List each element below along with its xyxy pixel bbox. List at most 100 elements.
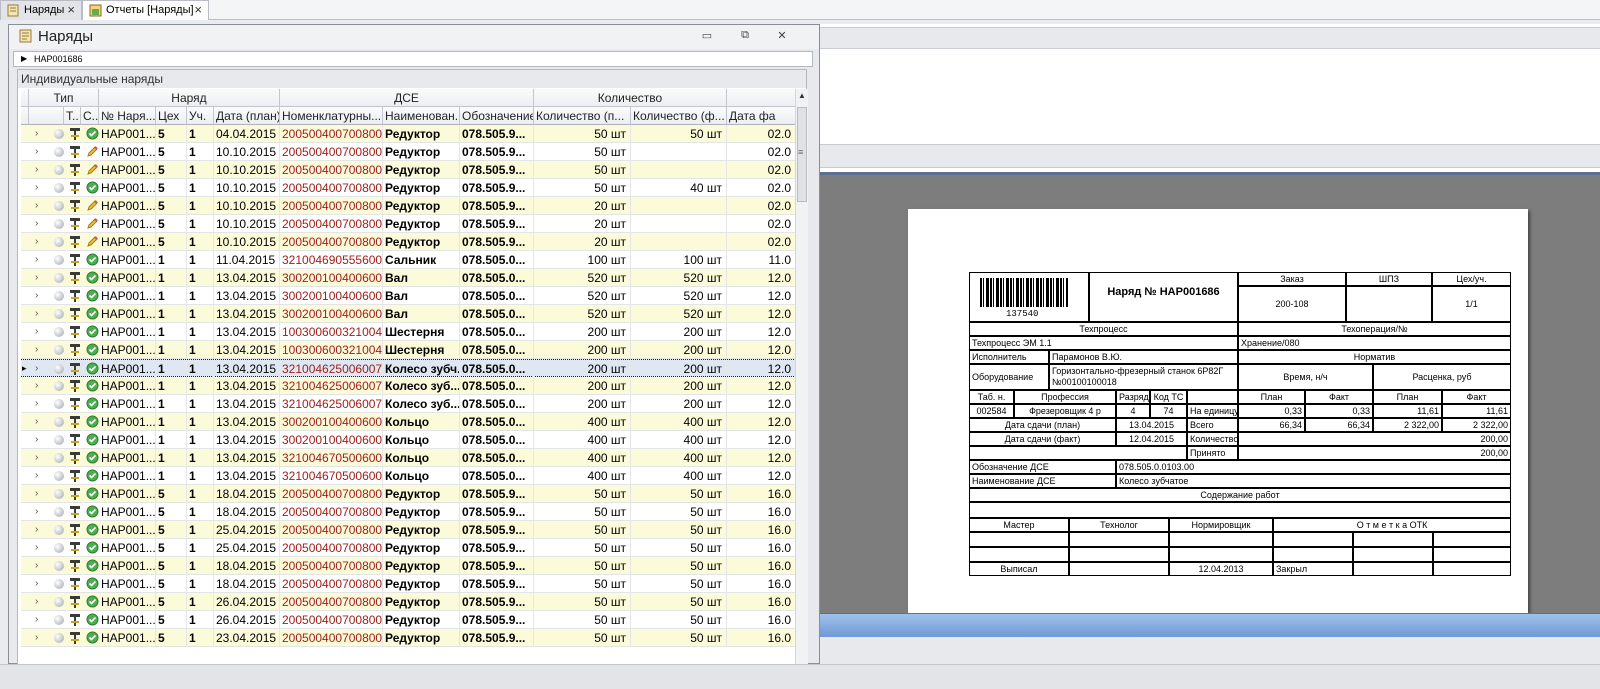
name-cell[interactable]: Редуктор [383, 485, 460, 503]
section-cell[interactable]: 1 [187, 143, 214, 161]
qty-fact-cell[interactable]: 50 шт [631, 575, 727, 593]
order-number-cell[interactable]: НАР001... [99, 467, 156, 485]
nomenclature-cell[interactable]: 300200100400600... [280, 431, 383, 449]
name-cell[interactable]: Редуктор [383, 557, 460, 575]
date-fact-cell[interactable]: 02.0 [727, 179, 796, 197]
expand-row-icon[interactable]: › [35, 596, 38, 607]
name-cell[interactable]: Редуктор [383, 593, 460, 611]
expand-row-icon[interactable]: › [35, 200, 38, 211]
nomenclature-cell[interactable]: 321004625006007... [280, 395, 383, 413]
order-number-cell[interactable]: НАР001... [99, 215, 156, 233]
shop-cell[interactable]: 1 [156, 341, 187, 359]
expand-row-icon[interactable]: › [35, 344, 38, 355]
order-number-cell[interactable]: НАР001... [99, 503, 156, 521]
nomenclature-cell[interactable]: 200500400700800... [280, 503, 383, 521]
section-cell[interactable]: 1 [187, 360, 214, 378]
name-cell[interactable]: Колесо зуб... [383, 377, 460, 395]
qty-fact-cell[interactable] [631, 233, 727, 251]
shop-cell[interactable]: 1 [156, 323, 187, 341]
date-fact-cell[interactable]: 02.0 [727, 197, 796, 215]
date-plan-cell[interactable]: 13.04.2015 [214, 360, 280, 378]
table-row[interactable]: › НАР001... 5 1 10.10.2015 200500400700800...… [21, 143, 796, 161]
section-cell[interactable]: 1 [187, 161, 214, 179]
qty-plan-cell[interactable]: 200 шт [534, 323, 631, 341]
expand-row-icon[interactable]: › [35, 542, 38, 553]
date-fact-cell[interactable]: 02.0 [727, 143, 796, 161]
column-qty-fact[interactable]: Количество (ф... [631, 107, 727, 125]
qty-plan-cell[interactable]: 50 шт [534, 161, 631, 179]
expand-row-icon[interactable]: › [35, 308, 38, 319]
expand-row-icon[interactable]: › [35, 524, 38, 535]
designation-cell[interactable]: 078.505.9... [460, 521, 534, 539]
qty-plan-cell[interactable]: 520 шт [534, 305, 631, 323]
column-shop[interactable]: Цех [156, 107, 187, 125]
order-number-cell[interactable]: НАР001... [99, 521, 156, 539]
designation-cell[interactable]: 078.505.9... [460, 557, 534, 575]
date-fact-cell[interactable]: 12.0 [727, 323, 796, 341]
window-titlebar[interactable]: Наряды ▭ ⧉ ✕ [9, 25, 819, 49]
date-plan-cell[interactable]: 13.04.2015 [214, 287, 280, 305]
shop-cell[interactable]: 1 [156, 449, 187, 467]
date-fact-cell[interactable]: 02.0 [727, 125, 796, 143]
table-row[interactable]: › НАР001... 5 1 23.04.2015 200500400700800...… [21, 629, 796, 647]
qty-fact-cell[interactable]: 50 шт [631, 485, 727, 503]
order-number-cell[interactable]: НАР001... [99, 539, 156, 557]
name-cell[interactable]: Редуктор [383, 125, 460, 143]
designation-cell[interactable]: 078.505.9... [460, 179, 534, 197]
name-cell[interactable]: Редуктор [383, 503, 460, 521]
section-cell[interactable]: 1 [187, 377, 214, 395]
expand-row-icon[interactable]: › [35, 182, 38, 193]
date-fact-cell[interactable]: 16.0 [727, 575, 796, 593]
table-row[interactable]: › НАР001... 1 1 13.04.2015 300200100400600...… [21, 305, 796, 323]
nomenclature-cell[interactable]: 300200100400600... [280, 413, 383, 431]
qty-fact-cell[interactable]: 520 шт [631, 287, 727, 305]
expand-row-icon[interactable]: › [35, 632, 38, 643]
section-cell[interactable]: 1 [187, 521, 214, 539]
table-row[interactable]: › НАР001... 1 1 13.04.2015 321004670500600...… [21, 467, 796, 485]
designation-cell[interactable]: 078.505.0... [460, 377, 534, 395]
name-cell[interactable]: Вал [383, 287, 460, 305]
designation-cell[interactable]: 078.505.9... [460, 485, 534, 503]
name-cell[interactable]: Вал [383, 305, 460, 323]
designation-cell[interactable]: 078.505.9... [460, 143, 534, 161]
nomenclature-cell[interactable]: 300200100400600... [280, 305, 383, 323]
designation-cell[interactable]: 078.505.0... [460, 287, 534, 305]
table-row[interactable]: › НАР001... 5 1 18.04.2015 200500400700800...… [21, 575, 796, 593]
table-row[interactable]: › НАР001... 5 1 18.04.2015 200500400700800...… [21, 503, 796, 521]
qty-plan-cell[interactable]: 50 шт [534, 125, 631, 143]
band-quantity[interactable]: Количество [534, 89, 727, 107]
shop-cell[interactable]: 1 [156, 467, 187, 485]
shop-cell[interactable]: 5 [156, 143, 187, 161]
expand-row-icon[interactable]: › [35, 434, 38, 445]
section-cell[interactable]: 1 [187, 305, 214, 323]
qty-plan-cell[interactable]: 20 шт [534, 233, 631, 251]
shop-cell[interactable]: 1 [156, 305, 187, 323]
vertical-scrollbar[interactable]: ▲ ≡ [795, 89, 808, 666]
expand-row-icon[interactable]: › [35, 416, 38, 427]
qty-fact-cell[interactable]: 200 шт [631, 323, 727, 341]
nomenclature-cell[interactable]: 300200100400600... [280, 269, 383, 287]
order-number-cell[interactable]: НАР001... [99, 449, 156, 467]
expand-row-icon[interactable]: › [35, 560, 38, 571]
date-plan-cell[interactable]: 26.04.2015 [214, 593, 280, 611]
name-cell[interactable]: Шестерня [383, 323, 460, 341]
designation-cell[interactable]: 078.505.0... [460, 323, 534, 341]
date-plan-cell[interactable]: 13.04.2015 [214, 467, 280, 485]
name-cell[interactable]: Редуктор [383, 197, 460, 215]
table-row[interactable]: ›НАР001...1113.04.201510030060032100461Ш… [21, 341, 796, 359]
nomenclature-cell[interactable]: 200500400700800... [280, 485, 383, 503]
order-number-cell[interactable]: НАР001... [99, 360, 156, 378]
close-tab-icon[interactable]: × [194, 2, 202, 17]
designation-cell[interactable]: 078.505.0... [460, 431, 534, 449]
nomenclature-cell[interactable]: 200500400700800... [280, 539, 383, 557]
nomenclature-cell[interactable]: 200500400700800... [280, 197, 383, 215]
table-row[interactable]: › НАР001... 1 1 11.04.2015 321004690555600...… [21, 251, 796, 269]
name-cell[interactable]: Кольцо [383, 449, 460, 467]
expand-row-icon[interactable]: › [35, 218, 38, 229]
table-row[interactable]: ›НАР001...1113.04.201510030060032100461Ш… [21, 323, 796, 341]
expand-row-icon[interactable]: › [35, 326, 38, 337]
date-fact-cell[interactable]: 12.0 [727, 305, 796, 323]
date-plan-cell[interactable]: 10.10.2015 [214, 233, 280, 251]
shop-cell[interactable]: 5 [156, 197, 187, 215]
qty-fact-cell[interactable]: 50 шт [631, 539, 727, 557]
